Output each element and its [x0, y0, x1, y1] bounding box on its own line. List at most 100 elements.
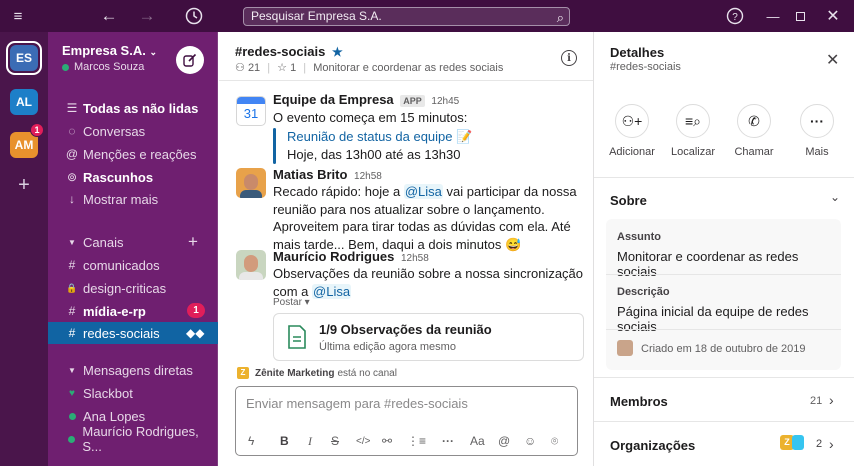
action-label: Localizar	[670, 146, 716, 158]
drafts-icon: ⊚	[66, 170, 78, 184]
presence-icon	[61, 432, 82, 446]
call-button[interactable]: ✆ Chamar	[734, 104, 774, 158]
pin-count[interactable]: 1	[290, 62, 296, 74]
add-channel-icon[interactable]: +	[188, 232, 198, 252]
sidebar-item-show-more[interactable]: ↓ Mostrar mais	[48, 188, 218, 210]
pin-icon: ☆	[277, 62, 288, 74]
message-text: Observações da reunião sobre a nossa sin…	[273, 265, 583, 300]
sidebar: Empresa S.A. ⌄ Marcos Souza ☰ Todas as n…	[48, 32, 218, 466]
strike-icon[interactable]: S	[331, 434, 339, 448]
sidebar-item-label: Conversas	[83, 123, 146, 139]
list-icon[interactable]: ⋮≡	[407, 434, 426, 448]
more-icon[interactable]: ···	[442, 434, 454, 448]
mention-link[interactable]: @Lisa	[312, 283, 352, 299]
forward-arrow-icon[interactable]: →	[136, 0, 158, 32]
svg-text:?: ?	[732, 12, 738, 23]
dm-header[interactable]: ▼ Mensagens diretas	[48, 359, 218, 381]
about-section: Sobre ⌄ Assunto Monitorar e coordenar as…	[594, 177, 854, 379]
message-header: Matias Brito 12h58	[273, 167, 382, 182]
mention-link[interactable]: @Lisa	[403, 184, 443, 199]
mention-icon[interactable]: @	[498, 434, 510, 448]
calendar-icon	[237, 97, 265, 104]
minimize-icon[interactable]: —	[762, 0, 784, 32]
members-count: 21	[810, 395, 823, 407]
compose-button[interactable]	[176, 46, 204, 74]
back-arrow-icon[interactable]: ←	[98, 0, 120, 32]
workspace-al[interactable]: AL	[10, 89, 38, 115]
presence-name[interactable]: Zênite Marketing	[255, 368, 334, 379]
creator-avatar	[617, 340, 633, 356]
description-label: Descrição	[617, 286, 670, 298]
composer-input[interactable]: Enviar mensagem para #redes-sociais	[246, 396, 468, 411]
channel-title-row[interactable]: #redes-sociais ★	[235, 44, 343, 59]
details-panel: Detalhes #redes-sociais ✕ ⚇+ Adicionar ≡…	[593, 32, 854, 466]
workspace-es[interactable]: ES	[10, 45, 38, 71]
history-icon[interactable]	[183, 0, 205, 32]
channel-name: design-criticas	[83, 280, 167, 296]
add-member-button[interactable]: ⚇+ Adicionar	[609, 104, 655, 158]
maximize-icon[interactable]	[789, 0, 811, 32]
star-icon[interactable]: ★	[332, 45, 343, 59]
find-button[interactable]: ≡⌕ Localizar	[671, 104, 715, 158]
message-text: O evento começa em 15 minutos:	[273, 110, 468, 125]
message-time[interactable]: 12h58	[401, 253, 429, 264]
avatar[interactable]	[236, 250, 266, 280]
dm-name: Slackbot	[83, 385, 133, 401]
sidebar-item-label: Menções e reações	[83, 146, 197, 162]
emoji-icon[interactable]: ☺	[524, 434, 536, 448]
sidebar-item-unreads[interactable]: ☰ Todas as não lidas	[48, 97, 218, 119]
add-person-icon: ⚇+	[615, 104, 649, 138]
message-author[interactable]: Matias Brito	[273, 167, 347, 182]
org-badge-blue	[792, 435, 804, 450]
post-label[interactable]: Postar ▾	[273, 297, 310, 308]
bold-icon[interactable]: B	[280, 434, 289, 448]
message-text-part: Recado rápido: hoje a	[273, 184, 401, 199]
sidebar-item-drafts[interactable]: ⊚ Rascunhos	[48, 166, 218, 188]
more-button[interactable]: ··· Mais	[797, 104, 837, 158]
event-link[interactable]: Reunião de status da equipe 📝	[287, 129, 472, 145]
close-icon[interactable]: ✕	[826, 50, 839, 70]
message-time[interactable]: 12h45	[431, 96, 459, 107]
link-icon[interactable]: ⚯	[382, 434, 392, 448]
divider	[606, 274, 841, 275]
calendar-app-avatar[interactable]: 31	[236, 96, 266, 126]
sidebar-item-mentions[interactable]: @ Menções e reações	[48, 143, 218, 165]
message-author[interactable]: Equipe da Empresa	[273, 92, 394, 107]
chevron-down-icon[interactable]: ⌄	[830, 190, 840, 204]
close-window-icon[interactable]: ✕	[822, 0, 844, 32]
sidebar-item-design-criticas[interactable]: 🔒 design-criticas	[48, 277, 218, 299]
help-icon[interactable]: ?	[724, 0, 746, 32]
dm-name: Ana Lopes	[83, 408, 146, 424]
avatar[interactable]	[236, 168, 266, 198]
sidebar-item-slackbot[interactable]: ♥ Slackbot	[48, 382, 218, 404]
member-count[interactable]: 21	[248, 62, 260, 74]
sidebar-item-comunicados[interactable]: # comunicados	[48, 254, 218, 276]
channel-topic[interactable]: Monitorar e coordenar as redes sociais	[313, 62, 503, 74]
about-header[interactable]: Sobre	[610, 193, 647, 208]
search-input[interactable]: Pesquisar Empresa S.A. ⌕	[243, 7, 570, 26]
lock-icon: 🔒	[66, 282, 78, 293]
message-author[interactable]: Maurício Rodrigues	[273, 249, 394, 264]
message-time[interactable]: 12h58	[354, 171, 382, 182]
lightning-icon[interactable]: ϟ	[248, 434, 254, 448]
orgs-section[interactable]: Organizações Z 2 ›	[594, 421, 854, 466]
code-icon[interactable]: </>	[356, 436, 370, 447]
italic-icon[interactable]: I	[308, 434, 312, 449]
text-format-icon[interactable]: Aa	[470, 434, 485, 448]
search-icon: ⌕	[556, 10, 564, 25]
sidebar-item-redes-sociais[interactable]: # redes-sociais ◆◆	[48, 322, 218, 344]
attach-icon[interactable]: ⌾	[551, 434, 558, 449]
details-subtitle: #redes-sociais	[610, 61, 681, 73]
event-bar	[273, 128, 276, 164]
user-status[interactable]: Marcos Souza	[62, 61, 144, 73]
calendar-day: 31	[243, 106, 259, 121]
sidebar-item-conversations[interactable]: ◌ Conversas	[48, 120, 218, 142]
sidebar-item-mauricio[interactable]: Maurício Rodrigues, S...	[48, 424, 218, 454]
workspace-name-row[interactable]: Empresa S.A. ⌄	[62, 43, 157, 58]
sidebar-item-midia-e-rp[interactable]: # mídia-e-rp 1	[48, 300, 218, 322]
file-attachment[interactable]: 1/9 Observações da reunião Última edição…	[273, 313, 584, 361]
add-workspace-icon[interactable]: +	[14, 174, 34, 197]
info-icon[interactable]: i	[561, 50, 577, 66]
members-section[interactable]: Membros 21 ›	[594, 377, 854, 421]
hamburger-icon[interactable]: ≡	[8, 0, 28, 32]
